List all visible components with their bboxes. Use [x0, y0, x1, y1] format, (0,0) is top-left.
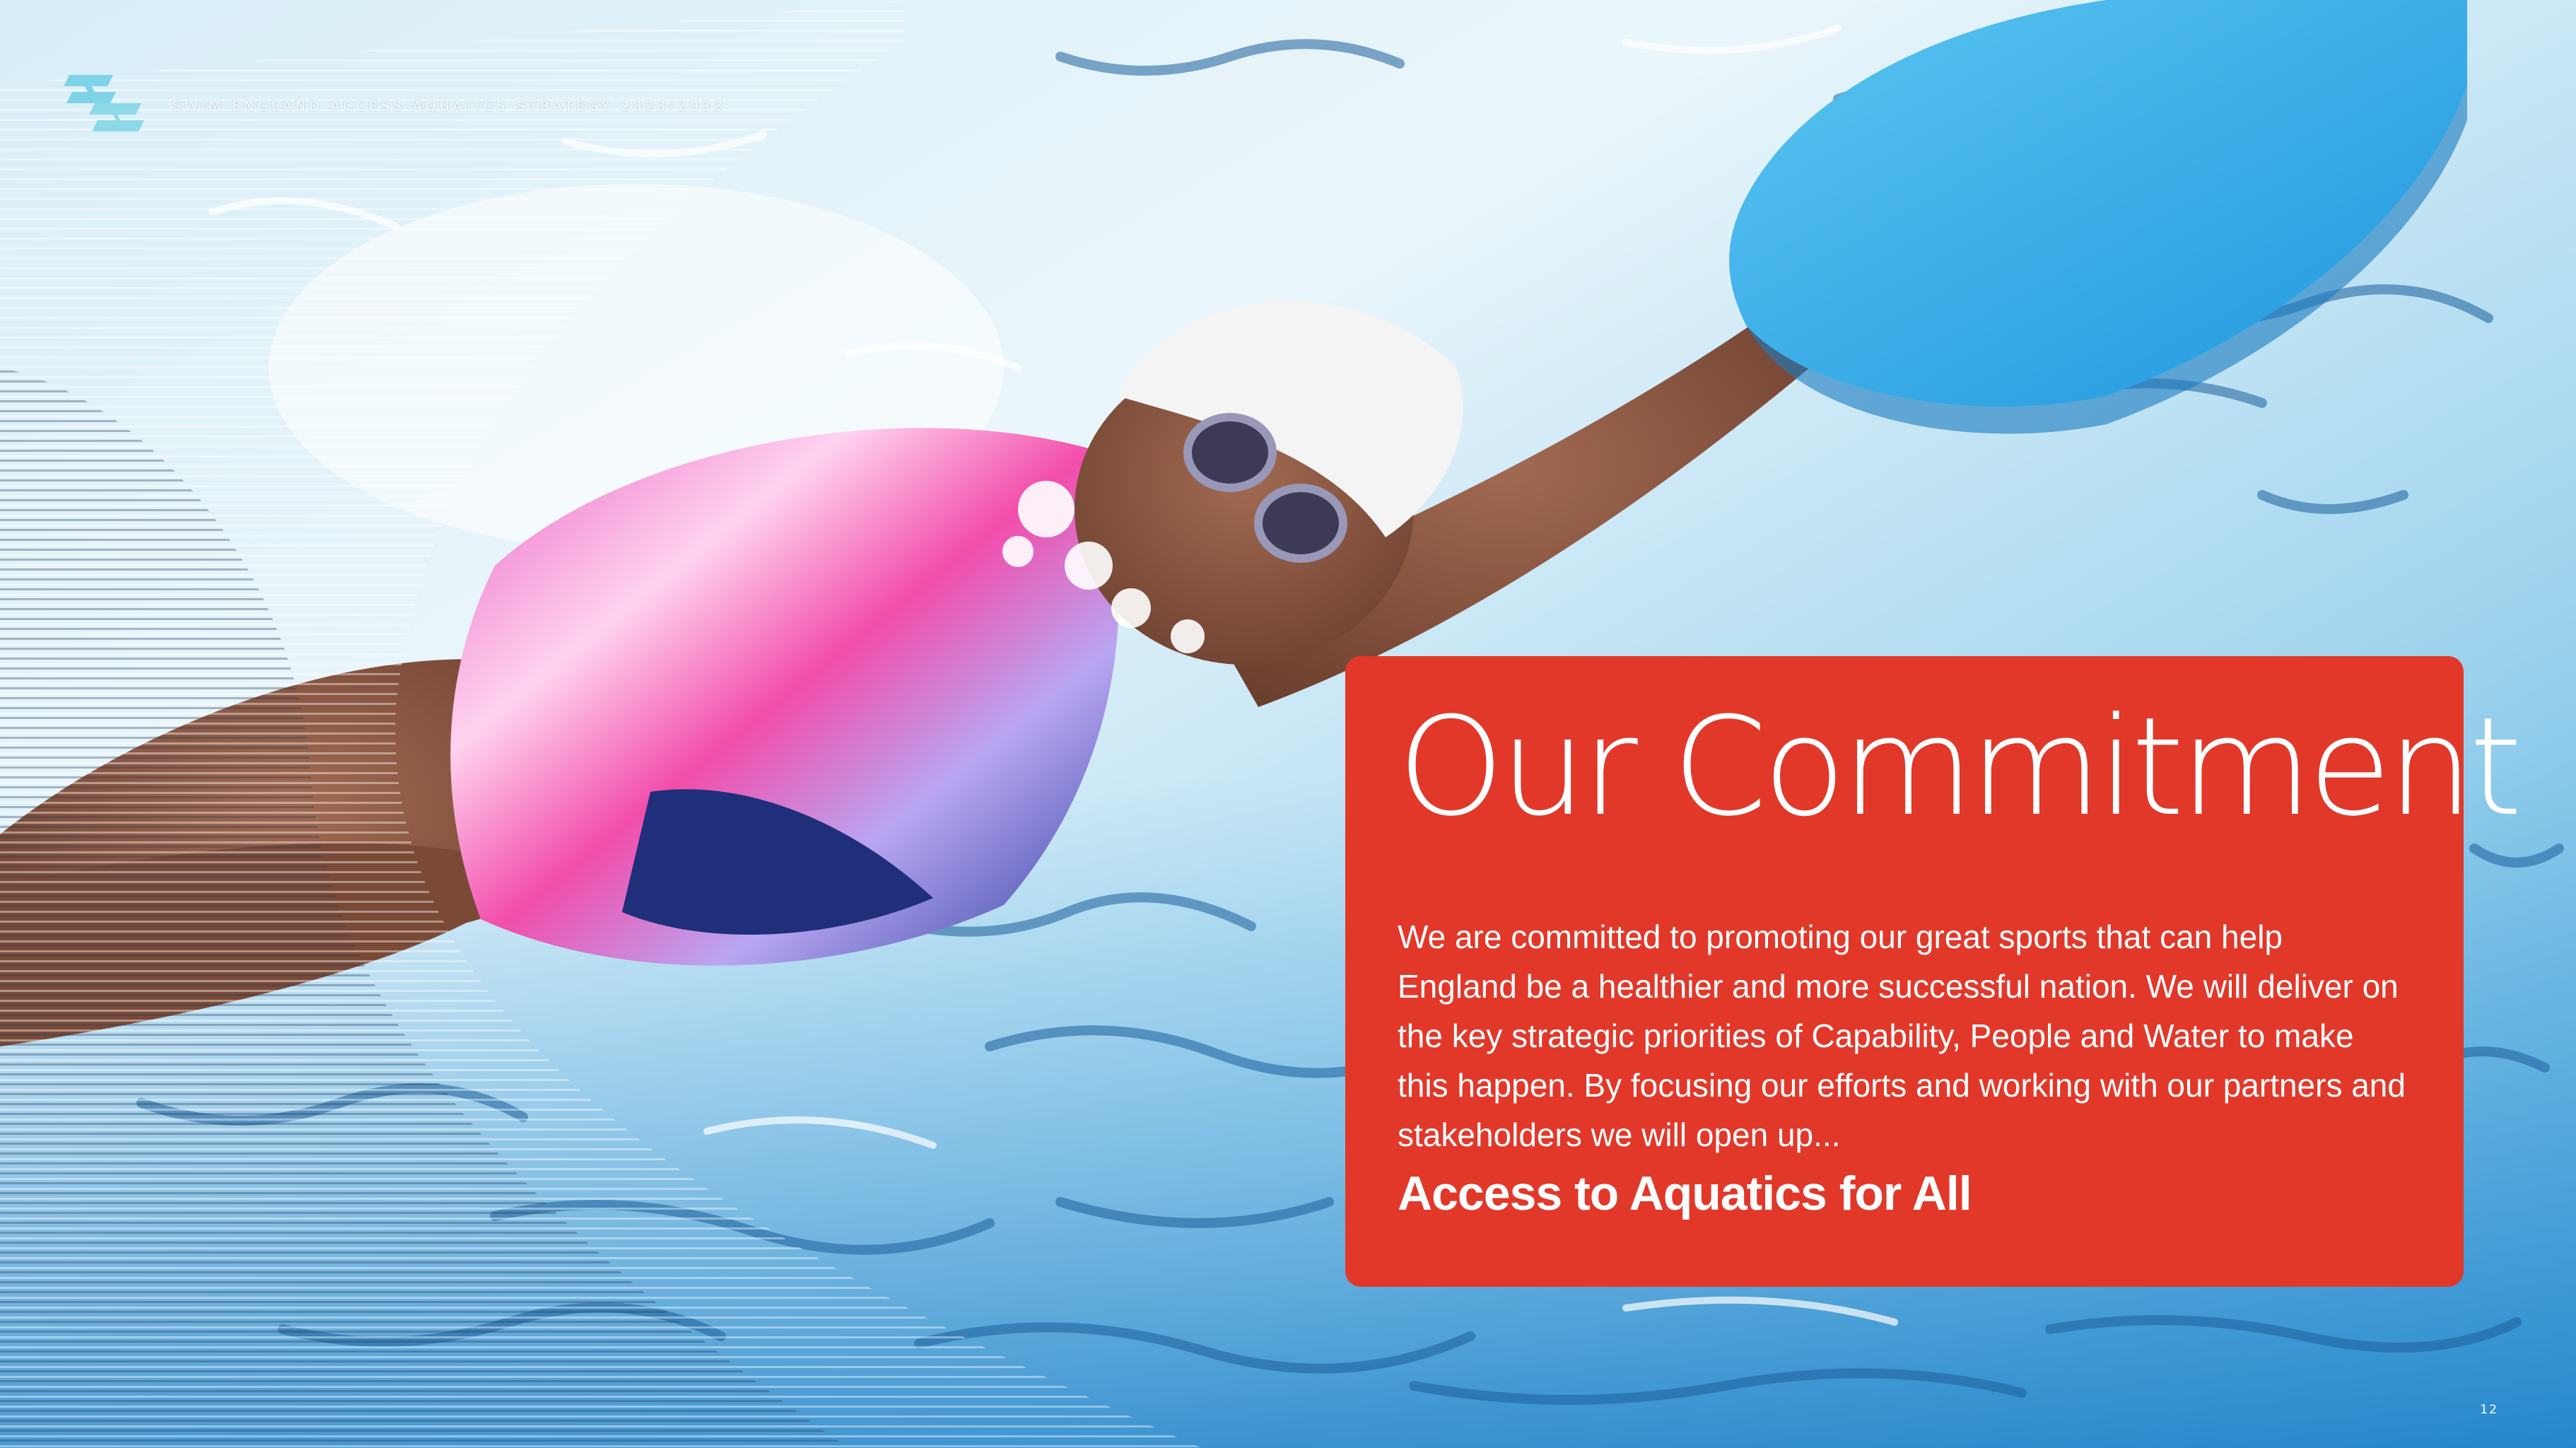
panel-body-text: We are committed to promoting our great …	[1398, 918, 2406, 1153]
commitment-panel: Our Commitment We are committed to promo…	[1345, 656, 2522, 1287]
panel-title: Our Commitment	[1398, 689, 2522, 846]
document-page: SWIM ENGLAND ACCESS AQUATICS STRATEGY 20…	[0, 0, 2576, 1448]
document-title: SWIM ENGLAND ACCESS AQUATICS STRATEGY 20…	[172, 98, 726, 114]
panel-tagline: Access to Aquatics for All	[1398, 1167, 1972, 1220]
document-header: SWIM ENGLAND ACCESS AQUATICS STRATEGY 20…	[64, 68, 726, 139]
page-number: 12	[2480, 1403, 2498, 1417]
swim-england-logo-icon	[64, 75, 144, 132]
